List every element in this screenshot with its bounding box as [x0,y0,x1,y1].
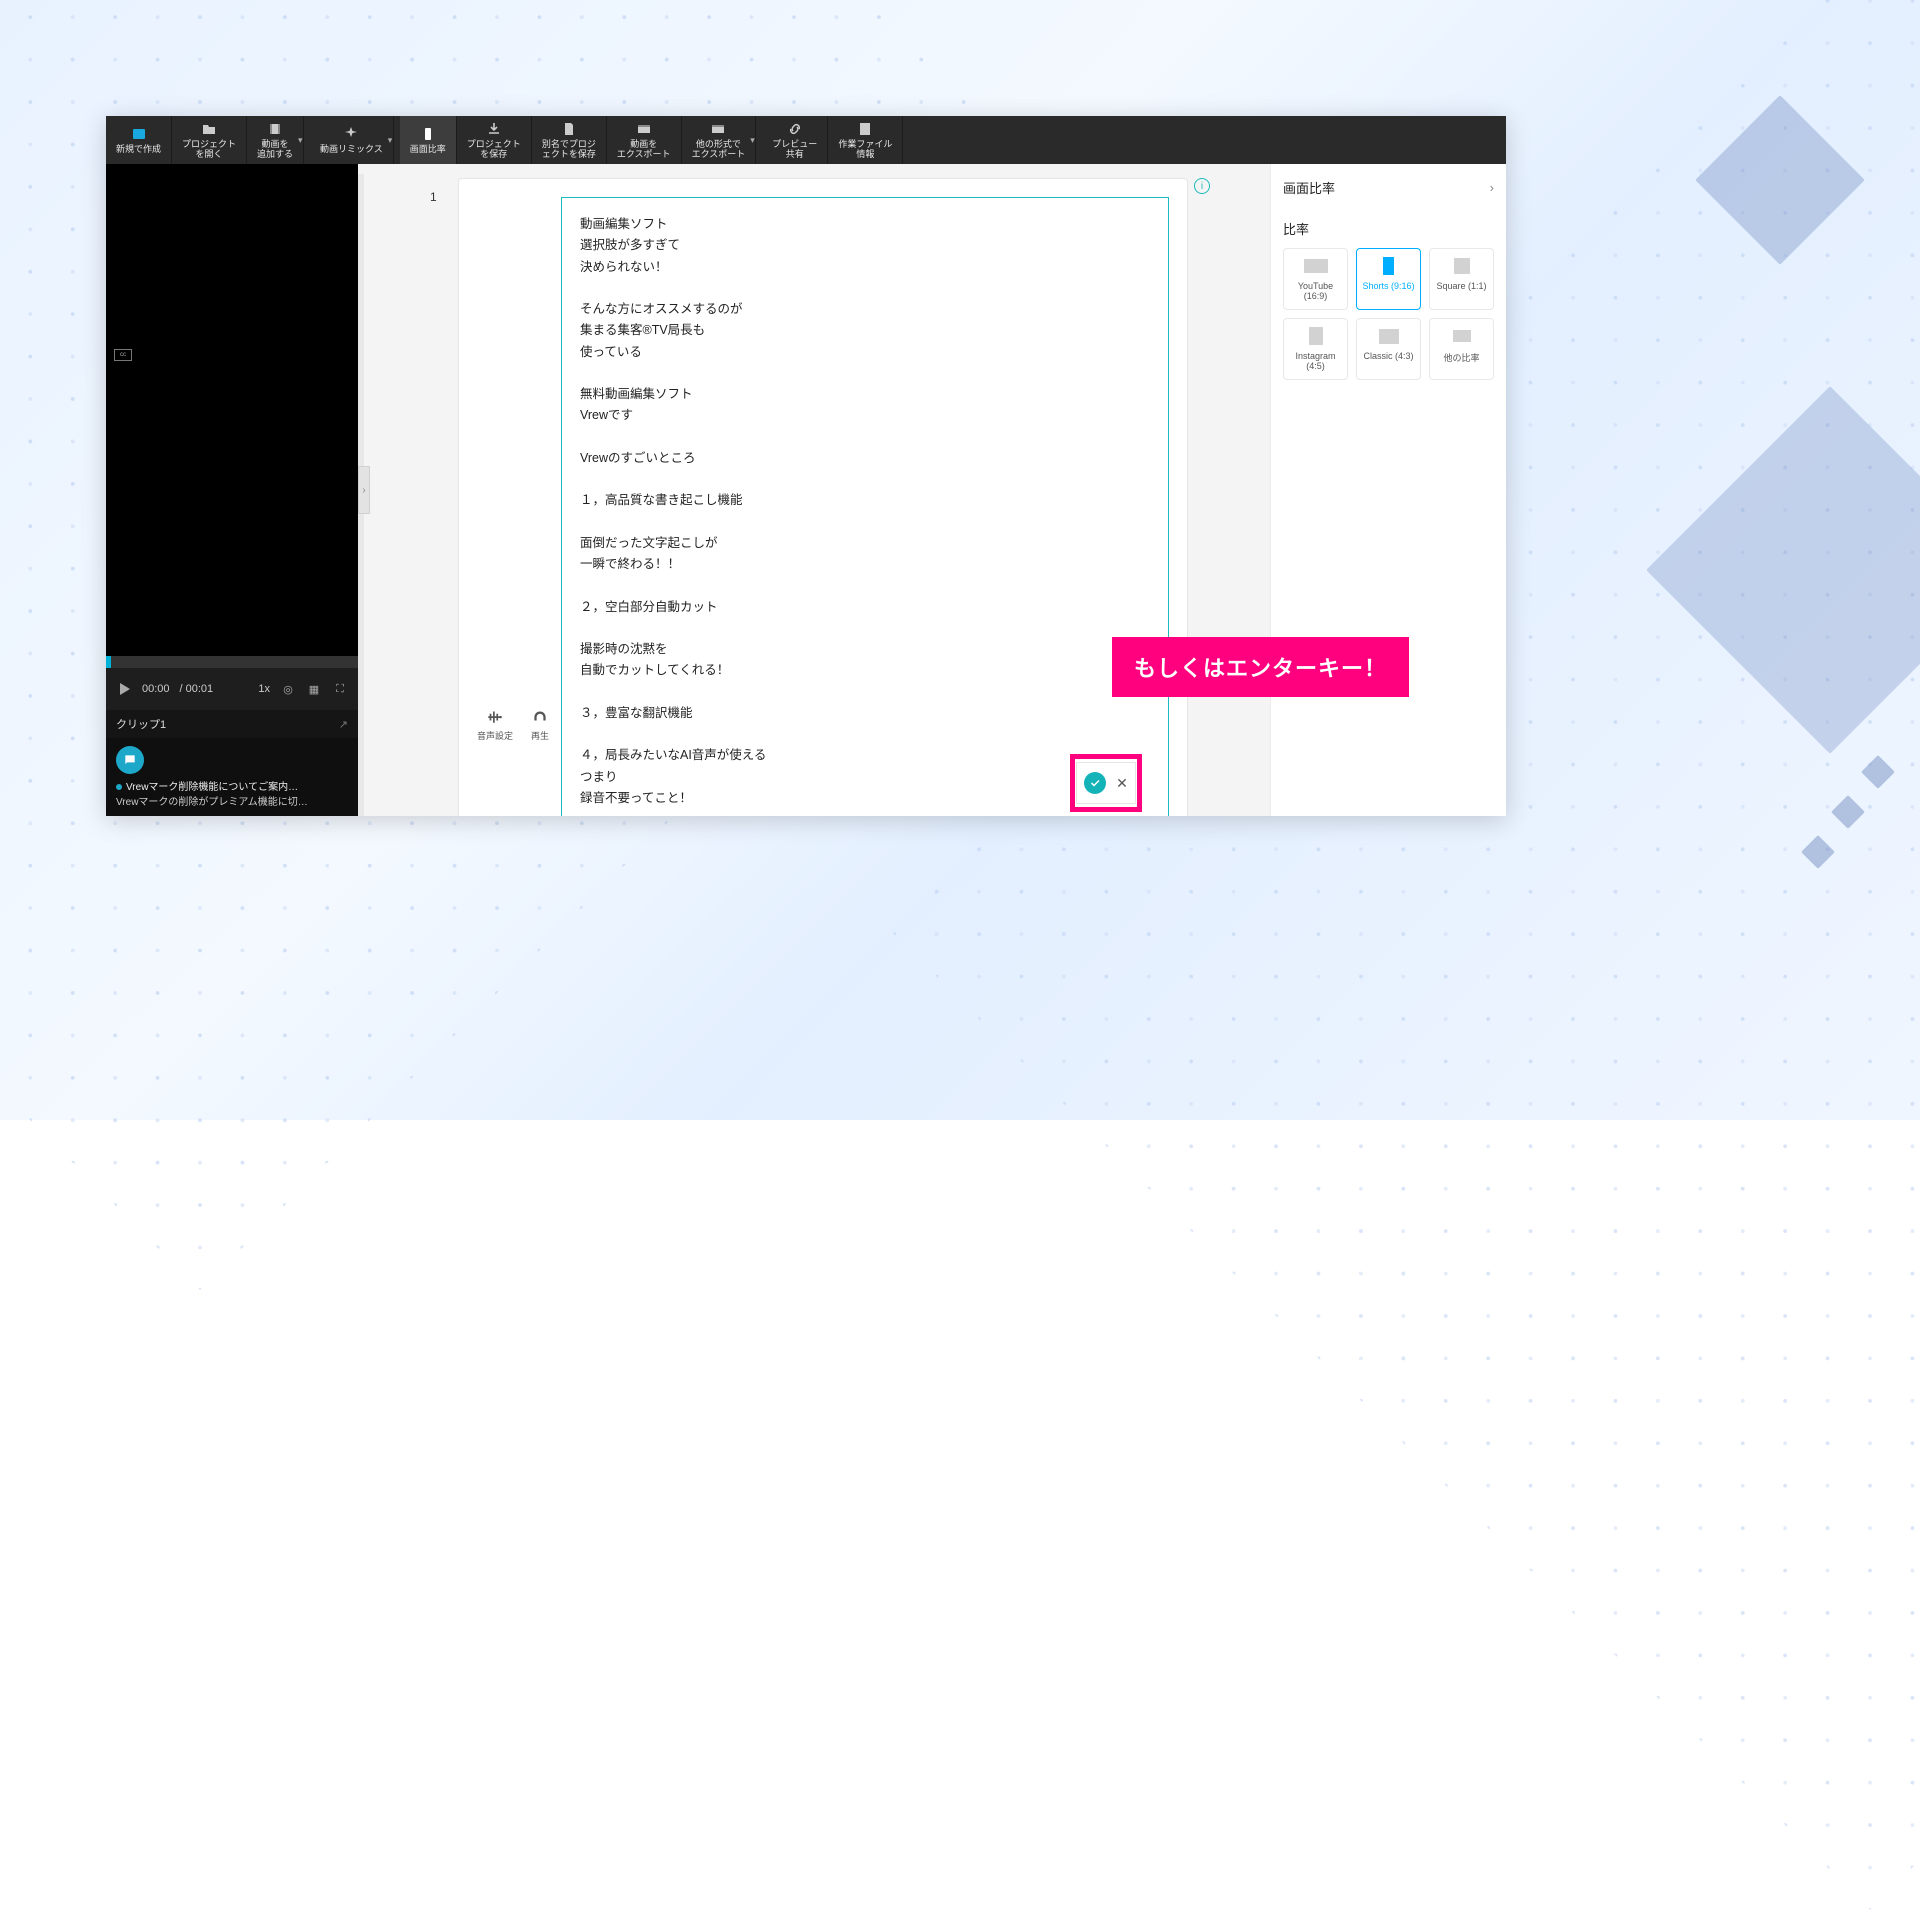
fullscreen-icon[interactable]: ⛶ [332,681,348,697]
notification[interactable]: Vrewマーク削除機能についてご案内… Vrewマークの削除がプレミアム機能に切… [106,738,358,816]
ratio-other[interactable]: 他の比率 [1429,318,1494,380]
caption-icon[interactable]: cc [114,349,132,361]
time-duration: / 00:01 [180,683,214,695]
addvid-icon [267,121,283,137]
clip-section[interactable]: クリップ1 ↗ [106,710,358,738]
collapse-left-icon[interactable]: › [358,466,370,514]
grid-icon[interactable]: ▦ [306,681,322,697]
toolbar-addvid[interactable]: 動画を 追加する [247,116,304,164]
ratio-cl[interactable]: Classic (4:3) [1356,318,1421,380]
chevron-right-icon[interactable]: › [1490,180,1494,195]
ratio-icon [420,126,436,142]
notif-title: Vrewマーク削除機能についてご案内… [126,782,298,793]
sidebar-section: 比率 [1283,219,1494,238]
toolbar-ratio[interactable]: 画面比率 [400,116,457,164]
cancel-button[interactable]: ✕ [1116,775,1128,792]
left-panel: cc 00:00 / 00:01 1x ◎ ▦ ⛶ クリップ1 [106,164,358,816]
ratio-grid: YouTube (16:9)Shorts (9:16)Square (1:1) I… [1283,248,1494,380]
new-icon [131,126,147,142]
clip-number: 1 [430,190,437,204]
annotation-callout: もしくはエンターキー！ [1112,637,1409,697]
clip-label: クリップ1 [116,716,166,732]
ratio-shape-icon [1454,257,1470,275]
progress-track[interactable] [106,656,358,668]
toolbar-remix[interactable]: 動画リミックス [310,116,394,164]
time-current: 00:00 [142,683,170,695]
app-window: 新規で作成プロジェクト を開く動画を 追加する▾動画リミックス▾画面比率プロジェ… [106,116,1506,816]
export-icon [636,121,652,137]
confirm-button[interactable] [1084,772,1106,794]
chevron-down-icon[interactable]: ▾ [388,135,396,146]
saveas-icon [561,121,577,137]
save-icon [486,121,502,137]
video-preview[interactable]: cc [106,164,358,656]
info-icon [857,121,873,137]
toolbar-save[interactable]: プロジェクト を保存 [457,116,532,164]
open-icon [201,121,217,137]
side-tools: 音声設定再生 [477,707,549,742]
info-icon[interactable]: i [1194,178,1210,194]
notif-body: Vrewマークの削除がプレミアム機能に切… [116,793,348,808]
expand-icon[interactable]: ↗ [339,718,348,731]
speed-label[interactable]: 1x [258,683,270,695]
ratio-shape-icon [1309,327,1323,345]
ratio-sq[interactable]: Square (1:1) [1429,248,1494,310]
chat-icon[interactable] [116,746,144,774]
remix-icon [343,126,359,142]
tool-voice[interactable]: 音声設定 [477,707,513,742]
app-body: cc 00:00 / 00:01 1x ◎ ▦ ⛶ クリップ1 [106,164,1506,816]
script-textarea[interactable]: 動画編集ソフト 選択肢が多すぎて 決められない！ そんな方にオススメするのが 集… [561,197,1169,816]
ratio-shape-icon [1304,257,1328,275]
player-controls: 00:00 / 00:01 1x ◎ ▦ ⛶ [106,656,358,710]
toolbar-export[interactable]: 動画を エクスポート [607,116,682,164]
toolbar-saveas[interactable]: 別名でプロジ ェクトを保存 [532,116,607,164]
ratio-shape-icon [1453,327,1471,345]
editor-area: › 1 動画編集ソフト 選択肢が多すぎて 決められない！ そんな方にオススメする… [358,164,1270,816]
script-card: 動画編集ソフト 選択肢が多すぎて 決められない！ そんな方にオススメするのが 集… [458,178,1188,816]
ratio-shape-icon [1383,257,1394,275]
marker-icon[interactable]: ◎ [280,681,296,697]
play-icon[interactable] [116,681,132,697]
ratio-shorts[interactable]: Shorts (9:16) [1356,248,1421,310]
confirm-box: ✕ [1076,762,1136,804]
toolbar-new[interactable]: 新規で作成 [106,116,172,164]
toolbar-info[interactable]: 作業ファイル 情報 [828,116,903,164]
ratio-ig[interactable]: Instagram (4:5) [1283,318,1348,380]
toolbar: 新規で作成プロジェクト を開く動画を 追加する▾動画リミックス▾画面比率プロジェ… [106,116,1506,164]
toolbar-open[interactable]: プロジェクト を開く [172,116,247,164]
play-icon [531,707,549,725]
ratio-shape-icon [1379,327,1399,345]
exportfmt-icon [710,121,726,137]
voice-icon [486,707,504,725]
tool-play[interactable]: 再生 [531,707,549,742]
sidebar-title: 画面比率 [1283,178,1335,197]
ratio-yt[interactable]: YouTube (16:9) [1283,248,1348,310]
chevron-down-icon[interactable]: ▾ [298,135,306,146]
toolbar-share[interactable]: プレビュー 共有 [762,116,828,164]
chevron-down-icon[interactable]: ▾ [750,135,758,146]
right-sidebar: 画面比率 › 比率 YouTube (16:9)Shorts (9:16)Squ… [1270,164,1506,816]
share-icon [787,121,803,137]
toolbar-exportfmt[interactable]: 他の形式で エクスポート [682,116,757,164]
